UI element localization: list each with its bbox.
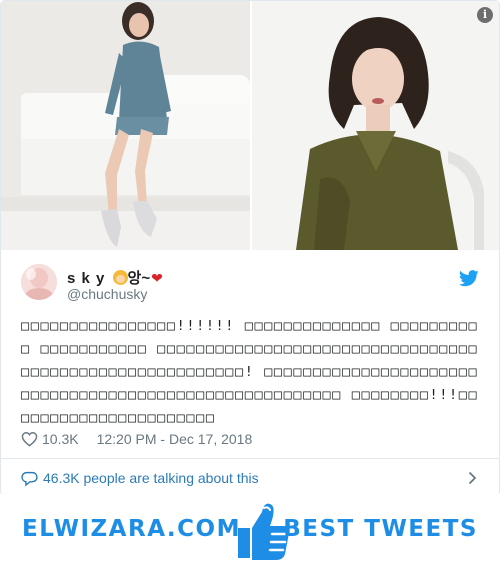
author-display-name[interactable]: s k y 앙~❤ <box>67 267 164 288</box>
twitter-bird-icon[interactable] <box>459 270 479 287</box>
author-handle[interactable]: @chuchusky <box>67 286 147 302</box>
banner-site-name[interactable]: ELWIZARA.COM <box>22 516 241 542</box>
chevron-right-icon[interactable] <box>468 471 477 485</box>
tweet-media[interactable]: i <box>1 1 499 250</box>
author-name-text: s k y <box>67 270 106 287</box>
tweet-photo-left[interactable] <box>1 1 250 250</box>
like-count[interactable]: 10.3K <box>42 431 79 447</box>
tweet-timestamp[interactable]: 12:20 PM - Dec 17, 2018 <box>97 431 253 447</box>
tweet-footer[interactable]: 46.3K people are talking about this <box>1 458 499 495</box>
embedded-tweet-card[interactable]: i s k y 앙~❤ @chuchusky □□□□□□□□□□□□□□□□!… <box>0 0 500 496</box>
tweet-header: s k y 앙~❤ @chuchusky <box>1 258 499 308</box>
author-name-suffix: 앙~ <box>127 270 151 287</box>
tweet-text: □□□□□□□□□□□□□□□□!!!!!! □□□□□□□□□□□□□□ □□… <box>21 318 479 426</box>
info-icon[interactable]: i <box>477 7 493 23</box>
tweet-photo-right[interactable] <box>252 1 499 250</box>
speech-bubble-icon <box>21 471 38 487</box>
talking-about-link[interactable]: 46.3K people are talking about this <box>43 470 259 486</box>
banner-tagline[interactable]: BEST TWEETS <box>283 516 478 542</box>
person-emoji-icon <box>112 270 128 285</box>
heart-outline-icon[interactable] <box>21 431 38 447</box>
promo-banner: ELWIZARA.COM BEST TWEETS <box>0 494 500 568</box>
avatar[interactable] <box>21 264 57 300</box>
heart-emoji-icon: ❤ <box>151 270 164 286</box>
tweet-meta: 10.3K 12:20 PM - Dec 17, 2018 <box>21 429 252 449</box>
